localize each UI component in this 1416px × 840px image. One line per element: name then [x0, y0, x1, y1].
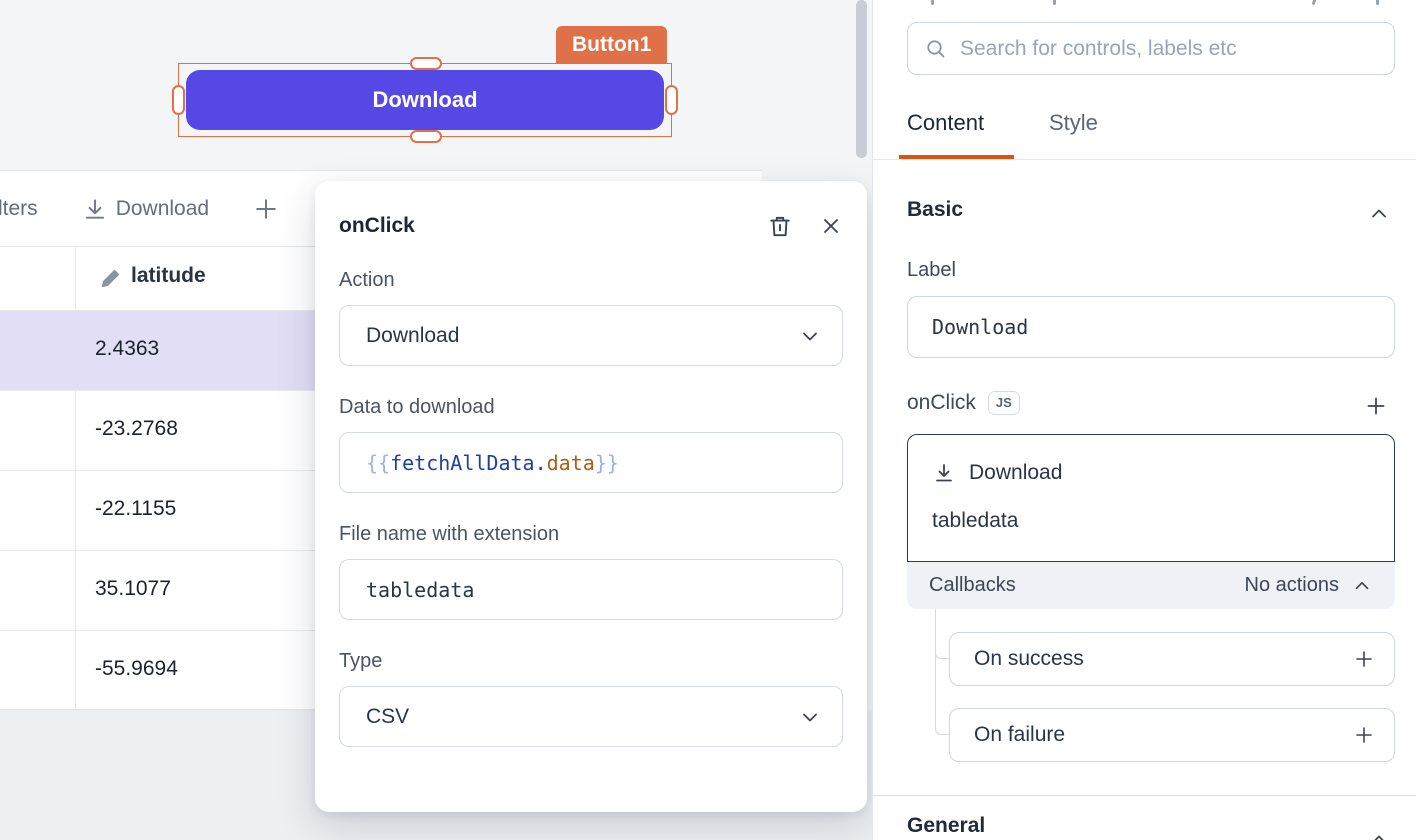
cell-value: -23.2768	[95, 417, 178, 441]
onclick-action-popover: onClick Action Download Data to download…	[315, 181, 867, 812]
type-label: Type	[339, 650, 843, 673]
tab-content[interactable]: Content	[907, 110, 984, 136]
clipped-text-fragment	[931, 0, 934, 5]
general-section-title: General	[907, 814, 985, 838]
on-success-label: On success	[974, 647, 1352, 671]
resize-handle-right[interactable]	[665, 85, 678, 115]
resize-handle-left[interactable]	[172, 85, 185, 115]
table-download-button[interactable]: Download	[116, 197, 209, 221]
widget-name-tag[interactable]: Button1	[556, 26, 667, 64]
code-identifier: fetchAllData	[390, 451, 535, 475]
label-field-label: Label	[907, 259, 956, 282]
search-input[interactable]	[960, 37, 1378, 61]
column-header-latitude: latitude	[131, 264, 206, 288]
clipped-text-fragment	[1312, 0, 1318, 5]
clipped-text-fragment	[1376, 0, 1379, 5]
resize-handle-top[interactable]	[410, 57, 442, 70]
section-divider	[873, 795, 1416, 796]
js-toggle-badge[interactable]: JS	[988, 391, 1020, 415]
resize-handle-bottom[interactable]	[410, 130, 442, 143]
on-failure-card[interactable]: On failure	[949, 708, 1395, 762]
cell-value: 35.1077	[95, 577, 171, 601]
label-field-value: Download	[932, 315, 1028, 339]
chevron-down-icon	[798, 705, 822, 729]
search-box[interactable]	[907, 22, 1395, 75]
file-name-input[interactable]: tabledata	[339, 559, 843, 620]
file-name-label: File name with extension	[339, 523, 843, 546]
cell-value: -22.1155	[95, 497, 176, 521]
callback-connector	[935, 609, 949, 735]
chevron-up-icon[interactable]	[1367, 828, 1391, 840]
tab-style[interactable]: Style	[1049, 110, 1098, 136]
basic-section-title: Basic	[907, 198, 963, 222]
add-success-action-plus-icon[interactable]	[1352, 647, 1376, 671]
popover-title: onClick	[339, 214, 741, 238]
download-icon	[932, 461, 956, 485]
type-select-value: CSV	[366, 705, 798, 729]
onclick-action-card[interactable]: Download tabledata	[907, 434, 1395, 562]
action-label: Action	[339, 269, 843, 292]
tabs-divider	[873, 159, 1416, 160]
action-card-name: tabledata	[932, 509, 1018, 533]
trash-icon[interactable]	[767, 213, 793, 239]
label-field[interactable]: Download	[907, 296, 1395, 358]
code-property: data	[547, 451, 595, 475]
chevron-up-icon	[1351, 575, 1373, 597]
data-to-download-input[interactable]: {{fetchAllData.data}}	[339, 432, 843, 493]
code-close-brace: }}	[595, 451, 619, 475]
action-card-action: Download	[969, 461, 1062, 485]
close-icon[interactable]	[819, 214, 843, 238]
code-open-brace: {{	[366, 451, 390, 475]
cell-value: -55.9694	[95, 657, 178, 681]
data-to-download-label: Data to download	[339, 396, 843, 419]
search-icon	[924, 37, 948, 61]
callbacks-status: No actions	[1245, 574, 1340, 597]
on-success-card[interactable]: On success	[949, 632, 1395, 686]
cell-value: 2.4363	[95, 337, 159, 361]
action-select-value: Download	[366, 324, 798, 348]
onclick-property-label: onClick	[907, 391, 976, 415]
file-name-value: tabledata	[366, 578, 822, 602]
property-pane: Content Style Basic Label Download onCli…	[872, 0, 1416, 840]
on-failure-label: On failure	[974, 723, 1352, 747]
table-filters-button[interactable]: lters	[0, 197, 38, 221]
type-select[interactable]: CSV	[339, 686, 843, 747]
clipped-text-fragment	[1053, 0, 1056, 5]
add-action-plus-icon[interactable]	[1363, 393, 1389, 419]
canvas-scrollbar-thumb[interactable]	[856, 0, 867, 158]
callbacks-label: Callbacks	[929, 574, 1245, 597]
chevron-down-icon	[798, 324, 822, 348]
action-select[interactable]: Download	[339, 305, 843, 366]
callbacks-bar[interactable]: Callbacks No actions	[907, 562, 1395, 609]
add-failure-action-plus-icon[interactable]	[1352, 723, 1376, 747]
code-dot: .	[535, 451, 547, 475]
edit-column-icon	[97, 266, 123, 292]
add-row-icon[interactable]	[251, 194, 281, 224]
download-icon	[82, 196, 108, 222]
download-button-widget[interactable]: Download	[186, 70, 664, 130]
chevron-up-icon[interactable]	[1367, 202, 1391, 226]
